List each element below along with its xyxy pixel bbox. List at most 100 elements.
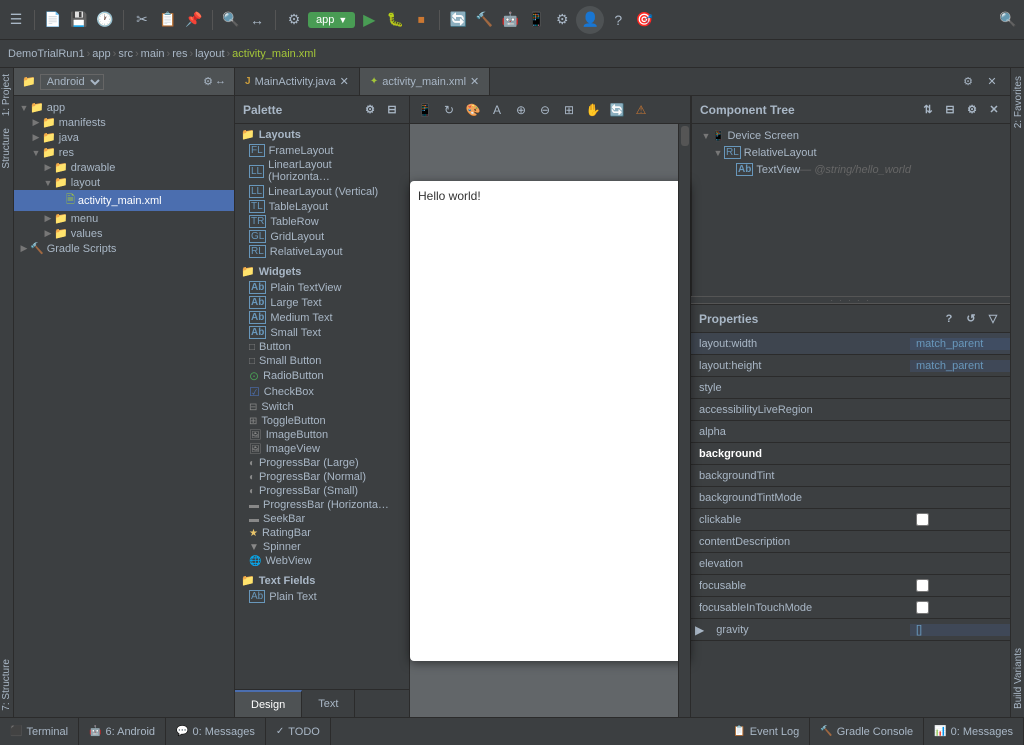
search-top-icon[interactable]: 🔍 [996,8,1020,32]
focusable-checkbox[interactable] [916,579,929,592]
new-file-icon[interactable]: 📄 [41,8,65,32]
palette-item-imageview[interactable]: 🖼 ImageView [235,442,409,456]
project-panel-label[interactable]: 1: Project [0,68,13,122]
palette-item-small-button[interactable]: □ Small Button [235,354,409,368]
palette-item-spinner[interactable]: ▼ Spinner [235,540,409,554]
favorites-panel-label[interactable]: 2: Favorites [1011,68,1024,136]
prop-row-background[interactable]: background [691,443,1010,465]
project-gear-icon[interactable]: ⚙ [203,75,213,88]
props-help-icon[interactable]: ? [940,310,958,328]
prop-row-focusable[interactable]: focusable [691,575,1010,597]
prop-row-clickable[interactable]: clickable [691,509,1010,531]
palette-item-tablerow[interactable]: TR TableRow [235,214,409,229]
palette-section-widgets-header[interactable]: 📁 Widgets [235,263,409,280]
prop-row-layout-height[interactable]: layout:height match_parent [691,355,1010,377]
build-variants-panel-label[interactable]: Build Variants [1011,640,1024,717]
tab-activity-xml[interactable]: ✦ activity_main.xml ✕ [360,68,490,95]
editor-settings-icon[interactable]: ⚙ [958,72,978,92]
copy-icon[interactable]: 📋 [156,8,180,32]
bottom-tab-terminal[interactable]: ⬛ Terminal [0,718,79,745]
component-item-relativelayout[interactable]: ▼ RL RelativeLayout [692,144,1011,161]
preview-zoom-out-icon[interactable]: ⊖ [534,99,556,121]
structure2-panel-label[interactable]: 7: Structure [0,653,13,717]
tree-item-app[interactable]: ▼ 📁 app [14,100,234,115]
preview-theme-icon[interactable]: 🎨 [462,99,484,121]
editor-close-icon[interactable]: ✕ [982,72,1002,92]
preview-device-icon[interactable]: 📱 [414,99,436,121]
app-run-dropdown[interactable]: app ▼ [308,12,355,28]
project-expand-icon[interactable]: ↔ [215,75,226,88]
props-reset-icon[interactable]: ↺ [962,310,980,328]
tab-activity-xml-close[interactable]: ✕ [470,75,479,88]
prop-row-gravity[interactable]: ▶ gravity [] [691,619,1010,641]
palette-section-layouts-header[interactable]: 📁 Layouts [235,126,409,143]
palette-item-progressbar-small[interactable]: ◐ ProgressBar (Small) [235,484,409,498]
palette-item-webview[interactable]: 🌐 WebView [235,554,409,568]
breadcrumb-layout[interactable]: layout [195,48,224,60]
preview-pan-icon[interactable]: ✋ [582,99,604,121]
prop-row-content-desc[interactable]: contentDescription [691,531,1010,553]
tree-item-menu[interactable]: ▶ 📁 menu [14,211,234,226]
tree-item-gradle[interactable]: ▶ 🔨 Gradle Scripts [14,241,234,256]
breadcrumb-file[interactable]: activity_main.xml [232,48,316,60]
bottom-tab-messages[interactable]: 💬 0: Messages [166,718,266,745]
bottom-tab-todo[interactable]: ✓ TODO [266,718,331,745]
stop-button[interactable]: ⏹ [409,8,433,32]
prop-row-elevation[interactable]: elevation [691,553,1010,575]
palette-item-button[interactable]: □ Button [235,340,409,354]
tree-item-values[interactable]: ▶ 📁 values [14,226,234,241]
breadcrumb-demo[interactable]: DemoTrialRun1 [8,48,85,60]
save-icon[interactable]: 💾 [67,8,91,32]
breadcrumb-main[interactable]: main [141,48,165,60]
run-config-icon[interactable]: ⚙ [282,8,306,32]
tree-item-drawable[interactable]: ▶ 📁 drawable [14,160,234,175]
preview-rotate-icon[interactable]: ↻ [438,99,460,121]
palette-item-framelayout[interactable]: FL FrameLayout [235,143,409,158]
palette-gear-icon[interactable]: ⚙ [361,101,379,119]
breadcrumb-src[interactable]: src [118,48,133,60]
prop-row-background-tint[interactable]: backgroundTint [691,465,1010,487]
prop-row-style[interactable]: style [691,377,1010,399]
prop-row-layout-width[interactable]: layout:width match_parent [691,333,1010,355]
palette-item-radiobutton[interactable]: ⊙ RadioButton [235,368,409,384]
palette-item-medium-text[interactable]: Ab Medium Text [235,310,409,325]
palette-item-switch[interactable]: ⊟ Switch [235,400,409,414]
prop-row-accessibility[interactable]: accessibilityLiveRegion [691,399,1010,421]
preview-zoom-in-icon[interactable]: ⊕ [510,99,532,121]
run-button[interactable]: ▶ [357,8,381,32]
ct-sort-icon[interactable]: ⇅ [919,101,937,119]
palette-item-plain-textview[interactable]: Ab Plain TextView [235,280,409,295]
palette-item-imagebutton[interactable]: 🖼 ImageButton [235,428,409,442]
tree-item-java[interactable]: ▶ 📁 java [14,130,234,145]
debug-button[interactable]: 🐛 [383,8,407,32]
ct-layout-icon[interactable]: ⊟ [941,101,959,119]
cut-icon[interactable]: ✂ [130,8,154,32]
paste-icon[interactable]: 📌 [182,8,206,32]
tree-item-activity-main[interactable]: 🗎 activity_main.xml [14,190,234,211]
replace-icon[interactable]: ↔ [245,8,269,32]
palette-item-seekbar[interactable]: ▬ SeekBar [235,512,409,526]
studio-icon[interactable]: 🎯 [632,8,656,32]
history-icon[interactable]: 🕐 [93,8,117,32]
ct-gear-icon[interactable]: ⚙ [963,101,981,119]
tab-main-activity-close[interactable]: ✕ [340,75,349,88]
palette-item-progressbar-normal[interactable]: ◐ ProgressBar (Normal) [235,470,409,484]
palette-item-tablelayout[interactable]: TL TableLayout [235,199,409,214]
bottom-tab-gradle-console[interactable]: 🔨 Gradle Console [810,718,924,745]
help-icon[interactable]: ? [606,8,630,32]
preview-refresh-icon[interactable]: 🔄 [606,99,628,121]
preview-fit-icon[interactable]: ⊞ [558,99,580,121]
palette-item-plain-text[interactable]: Ab Plain Text [235,589,409,604]
palette-item-gridlayout[interactable]: GL GridLayout [235,229,409,244]
breadcrumb-app[interactable]: app [92,48,110,60]
palette-layout-icon[interactable]: ⊟ [383,101,401,119]
preview-api-icon[interactable]: A [486,99,508,121]
tab-main-activity[interactable]: J MainActivity.java ✕ [235,68,360,95]
palette-item-checkbox[interactable]: ☑ CheckBox [235,384,409,400]
android-icon[interactable]: 🤖 [498,8,522,32]
palette-section-textfields-header[interactable]: 📁 Text Fields [235,572,409,589]
component-item-device-screen[interactable]: ▼ 📱 Device Screen [692,128,1011,144]
bottom-tab-android[interactable]: 🤖 6: Android [79,718,166,745]
structure-panel-label[interactable]: Structure [0,122,13,175]
prop-row-alpha[interactable]: alpha [691,421,1010,443]
